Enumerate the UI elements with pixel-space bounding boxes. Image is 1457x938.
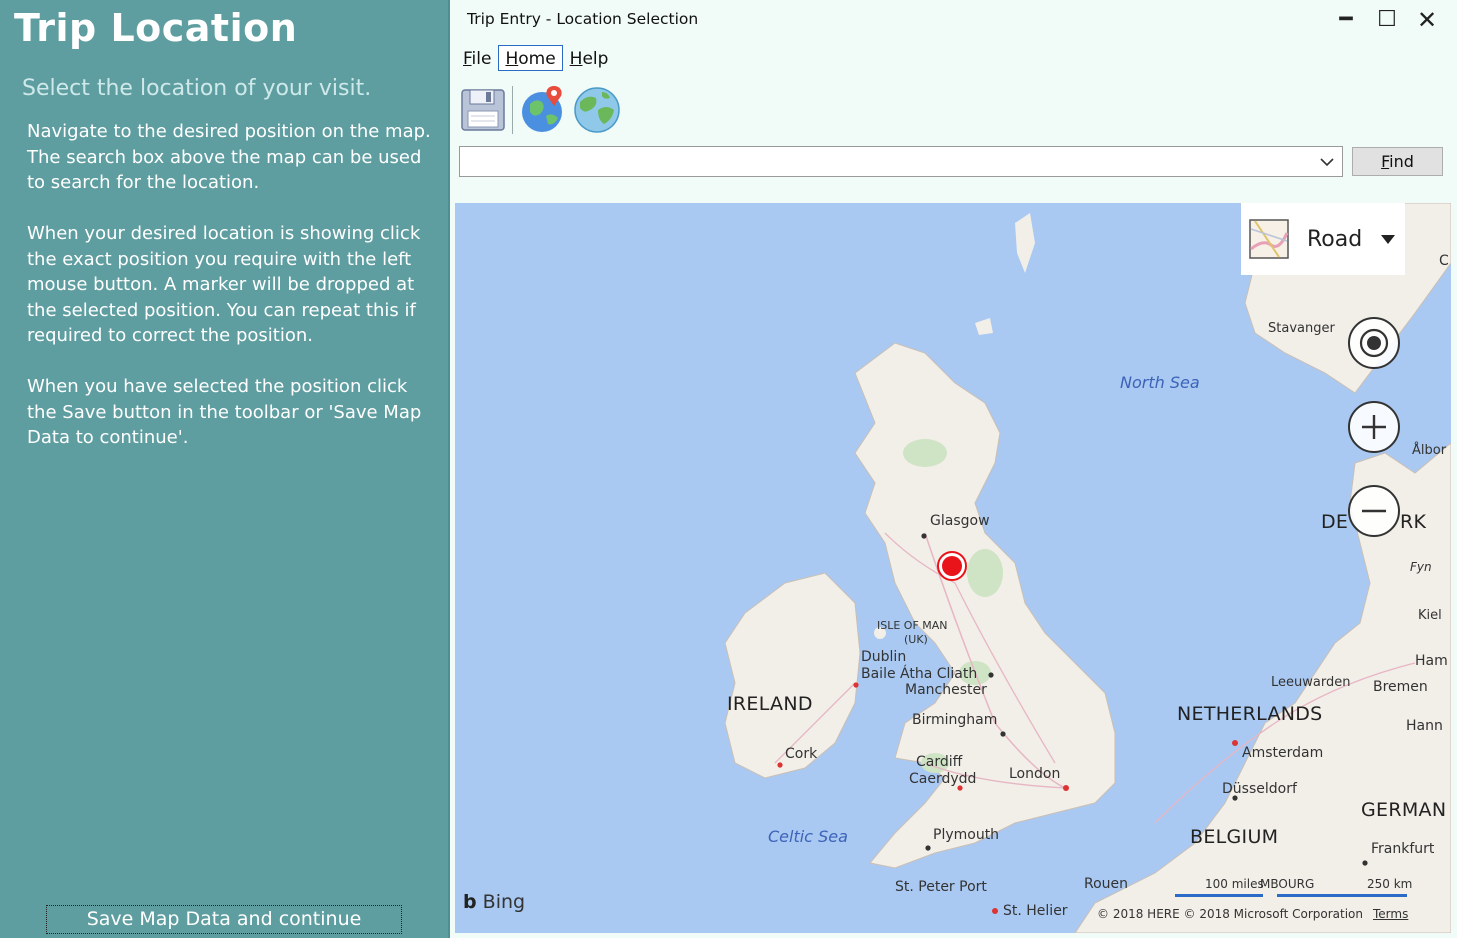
menu-help[interactable]: Help [563, 45, 616, 71]
map-label-belgium: BELGIUM [1190, 826, 1279, 848]
plus-icon [1362, 415, 1386, 439]
map-label-edge-c: C [1439, 253, 1449, 269]
map-label-st-peter-port: St. Peter Port [895, 879, 987, 895]
map-label-isle-of-man: ISLE OF MAN [877, 619, 948, 632]
map-label-netherlands: NETHERLANDS [1177, 703, 1323, 725]
map-label-germany: GERMAN [1361, 799, 1447, 821]
map-label-stavanger: Stavanger [1268, 321, 1335, 336]
map-label-luxembourg: MBOURG [1260, 877, 1315, 891]
map-label-fyn: Fyn [1410, 560, 1432, 574]
map-view[interactable]: North Sea Celtic Sea IRELAND NETHERLANDS… [455, 203, 1451, 933]
map-label-denmark-right: RK [1400, 511, 1427, 533]
map-label-celtic-sea: Celtic Sea [768, 827, 848, 846]
map-label-london: London [1009, 766, 1061, 782]
bing-b-icon: b [463, 891, 477, 913]
save-and-continue-button[interactable]: Save Map Data and continue (Ctrl+S) [46, 905, 402, 938]
map-label-glasgow: Glasgow [930, 513, 990, 529]
location-selection-window: Trip Entry - Location Selection ━ ☐ ✕ Fi… [450, 0, 1457, 938]
map-style-selector[interactable]: Road [1241, 203, 1405, 275]
instructions-save: When you have selected the position clic… [27, 376, 422, 448]
map-label-ireland: IRELAND [727, 693, 813, 715]
world-map-icon[interactable] [572, 84, 622, 134]
toolbar-separator [512, 86, 513, 134]
map-label-aalborg: Ålbor [1412, 443, 1447, 458]
map-label-hamburg: Ham [1415, 653, 1448, 669]
map-label-cardiff: Cardiff [916, 754, 963, 770]
instructions-navigate: Navigate to the desired position on the … [27, 121, 431, 193]
save-icon[interactable] [458, 84, 508, 134]
map-style-label: Road [1307, 227, 1363, 252]
panel-subtitle: Select the location of your visit. [22, 76, 372, 101]
panel-title: Trip Location [14, 6, 298, 50]
minimize-button[interactable]: ━ [1328, 4, 1364, 36]
instructions-click-marker: When your desired location is showing cl… [27, 223, 421, 346]
map-label-frankfurt: Frankfurt [1371, 841, 1435, 857]
location-search-combo[interactable] [459, 146, 1343, 177]
target-icon [1359, 328, 1389, 358]
map-label-hannover: Hann [1406, 718, 1443, 734]
zoom-out-button[interactable] [1348, 485, 1400, 537]
scale-bar-miles [1175, 894, 1263, 897]
scale-miles: 100 miles [1205, 877, 1264, 891]
map-label-kiel: Kiel [1418, 608, 1442, 623]
map-label-amsterdam: Amsterdam [1242, 745, 1324, 761]
scale-bar-km [1277, 894, 1407, 897]
caret-down-icon [1381, 235, 1395, 244]
scale-km: 250 km [1367, 877, 1413, 891]
map-label-dusseldorf: Düsseldorf [1222, 781, 1297, 797]
map-label-north-sea: North Sea [1120, 373, 1200, 392]
menu-bar: File Home Help [456, 45, 615, 73]
menu-file[interactable]: File [456, 45, 498, 71]
map-label-bremen: Bremen [1373, 679, 1428, 695]
map-label-cork: Cork [785, 746, 818, 762]
map-label-manchester: Manchester [905, 682, 987, 698]
map-copyright: © 2018 HERE © 2018 Microsoft Corporation [1097, 907, 1363, 921]
maximize-button[interactable]: ☐ [1369, 4, 1405, 36]
map-label-caerdydd: Caerdydd [909, 771, 977, 787]
map-label-rouen: Rouen [1084, 876, 1129, 892]
map-base [724, 203, 1451, 933]
map-label-st-helier: St. Helier [1003, 903, 1068, 919]
map-label-denmark-left: DE [1321, 511, 1349, 533]
map-label-plymouth: Plymouth [933, 827, 1000, 843]
toolbar [458, 84, 638, 136]
close-button[interactable]: ✕ [1409, 4, 1445, 36]
help-panel: Trip Location Select the location of you… [0, 0, 450, 938]
map-label-dublin: Dublin [861, 649, 907, 665]
map-label-baile-atha-cliath: Baile Átha Cliath [861, 666, 978, 682]
window-title: Trip Entry - Location Selection [467, 10, 699, 28]
location-search-input[interactable] [460, 147, 1310, 176]
road-map-icon [1249, 219, 1289, 259]
menu-home[interactable]: Home [498, 45, 563, 71]
map-label-leeuwarden: Leeuwarden [1271, 675, 1351, 690]
terms-link[interactable]: Terms [1373, 907, 1408, 921]
globe-pin-icon[interactable] [518, 84, 568, 134]
minus-icon [1362, 509, 1386, 513]
map-label-birmingham: Birmingham [912, 712, 998, 728]
bing-logo: b Bing [463, 891, 526, 913]
find-button[interactable]: Find [1352, 147, 1443, 176]
chevron-down-icon[interactable] [1318, 153, 1336, 171]
zoom-in-button[interactable] [1348, 401, 1400, 453]
map-label-isle-of-man-uk: (UK) [904, 633, 928, 646]
locate-me-button[interactable] [1348, 317, 1400, 369]
